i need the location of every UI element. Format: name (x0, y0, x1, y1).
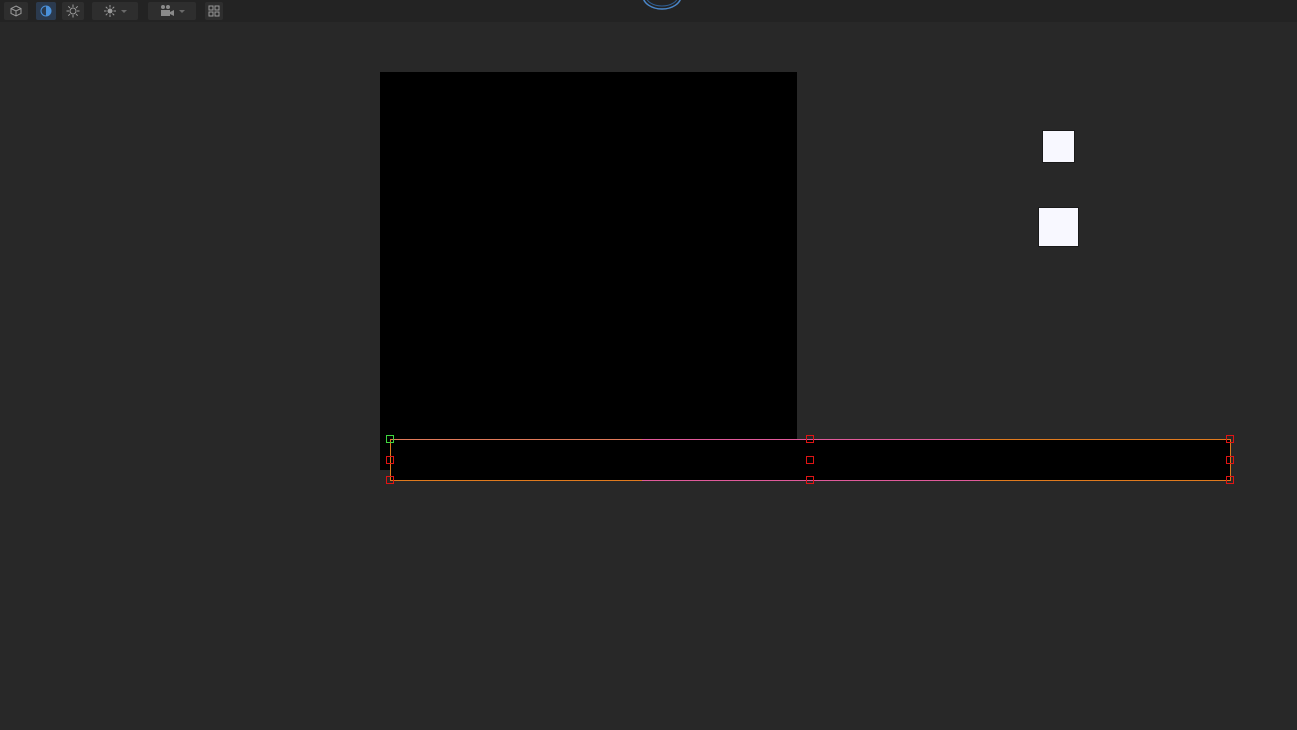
sun-icon (66, 4, 80, 18)
camera-icon (161, 5, 174, 16)
resize-handle-bottom-left[interactable] (386, 476, 394, 484)
white-square-node[interactable] (1038, 207, 1079, 247)
resize-handle-bottom[interactable] (806, 476, 814, 484)
selection-edge-bottom (980, 480, 1230, 481)
selection-edge-bottom (390, 480, 642, 481)
resize-handle-top[interactable] (806, 435, 814, 443)
scene-viewport[interactable] (0, 22, 1297, 730)
black-canvas-panel[interactable] (380, 72, 797, 470)
anchor-handle[interactable] (386, 435, 394, 443)
grid-view-button[interactable] (205, 2, 223, 20)
lighting-dropdown[interactable] (92, 2, 138, 20)
camera-dropdown[interactable] (148, 2, 196, 20)
resize-handle-bottom-right[interactable] (1226, 476, 1234, 484)
resize-handle-left[interactable] (386, 456, 394, 464)
grid-icon (208, 5, 220, 17)
chevron-down-icon (179, 9, 185, 13)
sun-dropdown-icon (104, 5, 116, 17)
resize-handle-right[interactable] (1226, 456, 1234, 464)
white-square-node[interactable] (1042, 130, 1075, 163)
viewport-toolbar (0, 0, 1297, 22)
half-circle-icon (40, 5, 52, 17)
cube-view-button[interactable] (4, 2, 28, 20)
selection-edge-top (980, 439, 1230, 440)
chevron-down-icon (121, 9, 127, 13)
center-handle[interactable] (806, 456, 814, 464)
lighting-button[interactable] (62, 2, 84, 20)
cube-icon (10, 5, 22, 17)
resize-handle-top-right[interactable] (1226, 435, 1234, 443)
shading-mode-button[interactable] (36, 2, 56, 20)
selection-edge-top (390, 439, 642, 440)
orbit-gizmo-icon[interactable] (642, 0, 682, 10)
